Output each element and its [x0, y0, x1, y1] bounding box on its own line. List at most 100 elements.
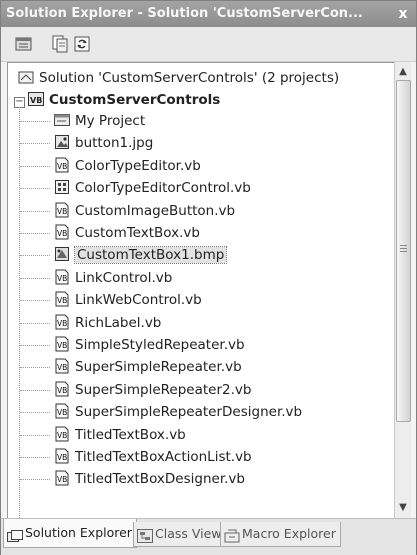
vb-file-icon: VB: [54, 314, 70, 330]
tree-connector: [20, 233, 50, 234]
refresh-button-icon[interactable]: [73, 35, 91, 53]
svg-text:VB: VB: [57, 363, 67, 372]
vb-file-icon: VB: [54, 224, 70, 240]
tab-label: Macro Explorer: [242, 526, 336, 541]
tree-connector: [20, 367, 50, 369]
tree-node-project[interactable]: VB CustomServerControls: [28, 89, 220, 111]
svg-text:VB: VB: [57, 386, 67, 395]
tree-item-label: CustomTextBox1.bmp: [73, 246, 228, 265]
tree-item-label: RichLabel.vb: [75, 314, 162, 331]
solution-label: Solution 'CustomServerControls' (2 proje…: [39, 70, 340, 86]
tree-item[interactable]: VB CustomImageButton.vb: [54, 200, 235, 222]
tree-connector: [20, 121, 50, 122]
tree-connector: [20, 255, 50, 257]
vb-file-icon: VB: [54, 448, 70, 464]
tree-item-label: TitledTextBox.vb: [75, 426, 186, 443]
tree-connector: [20, 345, 50, 346]
tree-connector: [20, 188, 50, 190]
tree-item[interactable]: VB SuperSimpleRepeater.vb: [54, 356, 242, 378]
tree-connector: [20, 434, 50, 436]
tree-item-label: ColorTypeEditor.vb: [75, 157, 201, 174]
tree-item-label: LinkControl.vb: [75, 269, 173, 286]
vb-file-icon: VB: [54, 381, 70, 397]
bitmap-file-icon: [54, 246, 70, 262]
tree-connector: [20, 277, 50, 279]
svg-text:VB: VB: [57, 341, 67, 350]
tree-connector: [20, 479, 50, 481]
tree-item-label: LinkWebControl.vb: [75, 292, 202, 309]
svg-text:VB: VB: [57, 453, 67, 462]
tree-item[interactable]: button1.jpg: [54, 132, 153, 154]
svg-text:VB: VB: [57, 229, 67, 238]
tree-item[interactable]: ColorTypeEditorControl.vb: [54, 177, 251, 199]
solution-tree: Solution 'CustomServerControls' (2 proje…: [7, 62, 395, 519]
tree-item[interactable]: VB CustomTextBox.vb: [54, 222, 200, 244]
tree-item[interactable]: VB ColorTypeEditor.vb: [54, 155, 201, 177]
tree-item[interactable]: VB RichLabel.vb: [54, 312, 161, 334]
tree-item-label: TitledTextBoxDesigner.vb: [75, 471, 245, 488]
vb-file-icon: VB: [54, 470, 70, 486]
svg-text:VB: VB: [57, 162, 67, 171]
vertical-scrollbar[interactable]: ▲ ▼: [394, 62, 411, 519]
tree-item-label: TitledTextBoxActionList.vb: [75, 449, 252, 465]
tree-item[interactable]: CustomTextBox1.bmp: [54, 244, 228, 266]
tab-solution-explorer[interactable]: Solution Explorer: [3, 519, 137, 548]
vb-file-icon: VB: [54, 358, 70, 374]
tree-item-label: SuperSimpleRepeater2.vb: [75, 381, 252, 398]
scroll-grip: [400, 248, 407, 249]
tree-item[interactable]: VB SuperSimpleRepeater2.vb: [54, 379, 251, 401]
vb-file-icon: VB: [54, 202, 70, 218]
tree-item-label: CustomImageButton.vb: [75, 202, 236, 219]
tab-label: Solution Explorer: [25, 525, 132, 540]
macro-explorer-icon: [224, 527, 240, 542]
tree-item[interactable]: VB LinkControl.vb: [54, 267, 172, 289]
vb-file-icon: VB: [54, 291, 70, 307]
tree-item[interactable]: VB LinkWebControl.vb: [54, 289, 202, 311]
tab-label: Class View: [155, 526, 222, 541]
tree-item-label: My Project: [75, 113, 146, 129]
vb-file-icon: VB: [54, 336, 70, 352]
scroll-grip: [400, 245, 407, 246]
tree-item[interactable]: VB SimpleStyledRepeater.vb: [54, 334, 245, 356]
close-icon[interactable]: x: [394, 1, 412, 27]
svg-text:VB: VB: [57, 207, 67, 216]
scroll-thumb[interactable]: [396, 80, 411, 422]
properties-button-icon[interactable]: [15, 35, 33, 53]
show-all-files-button-icon[interactable]: [51, 35, 69, 53]
vb-file-icon: VB: [54, 426, 70, 442]
toolbar: [1, 27, 416, 62]
tree-item-label: SuperSimpleRepeater.vb: [75, 359, 242, 376]
user-control-icon: [54, 179, 70, 195]
tree-item-label: button1.jpg: [75, 135, 154, 152]
scroll-down-icon[interactable]: ▼: [395, 500, 411, 516]
tree-item[interactable]: VB TitledTextBox.vb: [54, 424, 186, 446]
tree-item[interactable]: VB TitledTextBoxDesigner.vb: [54, 468, 245, 490]
tool-window-tabs: Solution Explorer Class View Macro Explore…: [1, 518, 416, 555]
svg-text:VB: VB: [30, 96, 42, 105]
vb-file-icon: VB: [54, 403, 70, 419]
svg-text:VB: VB: [57, 408, 67, 417]
vb-file-icon: VB: [54, 157, 70, 173]
image-file-icon: [54, 134, 70, 150]
tree-item[interactable]: My Project: [54, 110, 145, 132]
tree-connector: [20, 457, 50, 458]
title-bar[interactable]: Solution Explorer - Solution 'CustomServ…: [1, 1, 416, 27]
solution-explorer-window: Solution Explorer - Solution 'CustomServ…: [0, 0, 417, 555]
solution-icon: [18, 69, 34, 85]
tree-item[interactable]: VB SuperSimpleRepeaterDesigner.vb: [54, 401, 302, 423]
tree-connector: [20, 210, 50, 212]
class-view-icon: [137, 527, 153, 543]
scroll-up-icon[interactable]: ▲: [395, 64, 411, 80]
my-project-icon: [54, 112, 70, 128]
tab-macro-explorer[interactable]: Macro Explorer: [220, 522, 341, 547]
window-title: Solution Explorer - Solution 'CustomServ…: [6, 6, 363, 21]
svg-text:VB: VB: [57, 319, 67, 328]
solution-explorer-icon: [7, 526, 23, 542]
tree-item-label: ColorTypeEditorControl.vb: [75, 180, 251, 197]
tree-item-label: SuperSimpleRepeaterDesigner.vb: [75, 404, 303, 421]
tree-connector: [20, 322, 50, 324]
tab-class-view[interactable]: Class View: [133, 522, 227, 547]
tree-node-solution[interactable]: Solution 'CustomServerControls' (2 proje…: [18, 67, 339, 89]
vb-file-icon: VB: [54, 269, 70, 285]
tree-item[interactable]: VB TitledTextBoxActionList.vb: [54, 446, 252, 468]
